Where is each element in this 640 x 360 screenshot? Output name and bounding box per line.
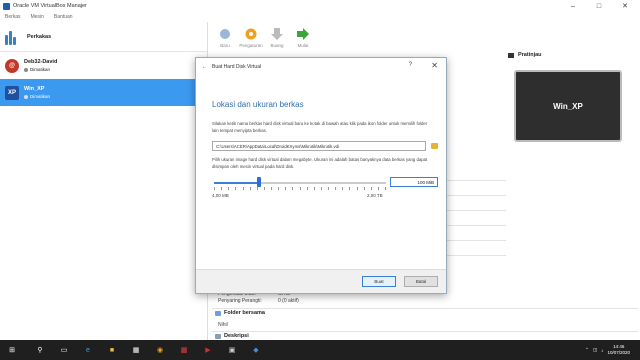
dialog-heading: Lokasi dan ukuran berkas [212, 100, 304, 109]
dialog-title: Buat Hard Disk Virtual [212, 64, 262, 70]
window-titlebar: Oracle VM VirtualBox Manajer [0, 0, 640, 12]
location-description: Silakan ketik nama berkas hard disk virt… [212, 121, 428, 133]
new-icon [220, 28, 230, 39]
max-size-label: 2,00 TB [367, 193, 383, 198]
preview-vm-name: Win_XP [553, 101, 583, 111]
edge-icon[interactable]: e [82, 344, 94, 356]
size-slider-track[interactable] [214, 182, 386, 184]
min-size-label: 4,00 MB [212, 193, 229, 198]
create-button[interactable]: Buat [362, 276, 396, 287]
dialog-footer: Buat Batal [196, 269, 446, 293]
menu-bantuan[interactable]: Bantuan [54, 14, 73, 20]
media-icon[interactable]: ▶ [202, 344, 214, 356]
start-button[interactable]: Mulai [290, 22, 316, 52]
main-toolbar: Baru Pengaturan Buang Mulai [212, 22, 332, 52]
start-arrow-icon [297, 27, 309, 40]
tray-chevron-icon[interactable]: ⌃ [585, 347, 589, 353]
menu-bar: Berkas Mesin Bantuan [0, 12, 640, 21]
size-description: Pilih ukuran image hard disk virtual dal… [212, 157, 428, 169]
taskbar: ⊞ ⚲ ▭ e ■ ▦ ◉ ▩ ▶ ▣ ◆ ⌃ ◫ ♪ 14:46 10/07/… [0, 340, 640, 360]
vm-state: Dimatikan [30, 94, 51, 99]
menu-berkas[interactable]: Berkas [5, 14, 21, 20]
new-button[interactable]: Baru [212, 22, 238, 52]
shared-folders-value: Nihil [218, 322, 228, 328]
windows-xp-icon: XP [5, 85, 19, 100]
window-title: Oracle VM VirtualBox Manajer [13, 3, 87, 9]
help-button[interactable]: ? [409, 62, 412, 68]
minimize-button[interactable]: – [562, 0, 584, 12]
powered-off-icon [24, 94, 28, 99]
choose-folder-button[interactable] [429, 141, 439, 151]
monitor-icon [508, 52, 514, 58]
maximize-button[interactable]: □ [588, 0, 610, 12]
vm-state: Dimatikan [30, 67, 51, 72]
file-explorer-icon[interactable]: ■ [106, 344, 118, 356]
shared-folders-heading[interactable]: Folder bersama [215, 310, 265, 316]
vm-list-panel: Perkakas @ Deb32-David Dimatikan XP Win_… [0, 22, 208, 340]
settings-button[interactable]: Pengaturan [238, 22, 264, 52]
debian-icon: @ [5, 58, 19, 73]
description-icon [215, 333, 221, 339]
dialog-close-button[interactable]: ✕ [431, 61, 438, 70]
vm-item-deb32[interactable]: @ Deb32-David Dimatikan [0, 52, 207, 79]
vm-item-winxp[interactable]: XP Win_XP Dimatikan [0, 79, 207, 106]
slider-ticks [214, 187, 386, 190]
close-button[interactable]: ✕ [614, 0, 636, 12]
vm-preview: Win_XP [514, 70, 622, 142]
volume-icon[interactable]: ♪ [601, 348, 603, 353]
discard-arrow-icon [271, 27, 283, 40]
clapper-icon[interactable]: ▣ [226, 344, 238, 356]
tools-item[interactable]: Perkakas [0, 22, 207, 52]
create-virtual-hard-disk-dialog: ← Buat Hard Disk Virtual ? ✕ Lokasi dan … [195, 57, 447, 294]
folder-icon [430, 143, 438, 149]
dialog-titlebar: ← Buat Hard Disk Virtual [202, 64, 261, 70]
size-slider-handle[interactable] [256, 177, 261, 187]
filter-row: Penyaring Perangti: 0 (0 aktif) [218, 298, 299, 304]
clock[interactable]: 14:46 10/07/2020 [607, 344, 630, 356]
virtualbox-taskbar-icon[interactable]: ◆ [250, 344, 262, 356]
network-icon[interactable]: ◫ [593, 347, 597, 353]
file-path-input[interactable]: C:\Users\ACER\AppData\Local\DroidKXyms\M… [212, 141, 426, 151]
size-slider-fill [214, 182, 259, 184]
powered-off-icon [24, 67, 28, 72]
system-tray: ⌃ ◫ ♪ 14:46 10/07/2020 [585, 340, 630, 360]
size-input[interactable]: 100 MiB [390, 177, 438, 187]
menu-mesin[interactable]: Mesin [31, 14, 44, 20]
cancel-button[interactable]: Batal [404, 276, 438, 287]
vm-name: Deb32-David [24, 59, 58, 65]
folder-icon [215, 310, 221, 316]
virtualbox-icon [3, 2, 10, 10]
search-icon[interactable]: ⚲ [34, 344, 46, 356]
store-icon[interactable]: ▦ [130, 344, 142, 356]
tools-icon [5, 29, 19, 45]
discard-button[interactable]: Buang [264, 22, 290, 52]
description-heading[interactable]: Deskripsi [215, 333, 249, 339]
preview-heading[interactable]: Pratinjau [508, 52, 542, 58]
task-view-icon[interactable]: ▭ [58, 344, 70, 356]
gear-icon [245, 28, 257, 39]
back-arrow-icon[interactable]: ← [202, 64, 207, 70]
windows-start-icon[interactable]: ⊞ [6, 344, 18, 356]
chrome-icon[interactable]: ◉ [154, 344, 166, 356]
vm-name: Win_XP [24, 86, 45, 92]
tools-label: Perkakas [27, 33, 52, 40]
app-icon[interactable]: ▩ [178, 344, 190, 356]
